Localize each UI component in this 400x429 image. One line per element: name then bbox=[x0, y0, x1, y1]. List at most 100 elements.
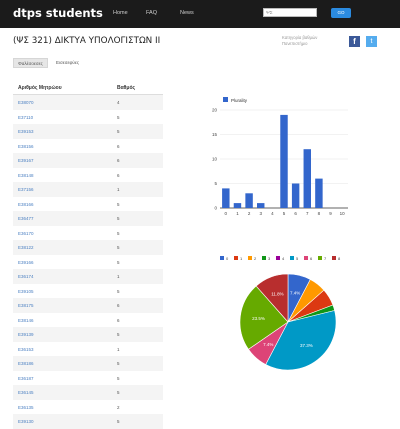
table-row: Ε38070 4 bbox=[13, 95, 163, 110]
table-body: Ε38070 4 Ε37110 5 Ε39153 5 Ε38156 6 Ε39167 6 Ε3814… bbox=[13, 95, 163, 429]
x-tick-label: 7 bbox=[306, 211, 309, 216]
grade-value: 6 bbox=[117, 303, 120, 308]
registration-link[interactable]: Ε36187 bbox=[18, 376, 34, 381]
registration-link[interactable]: Ε37156 bbox=[18, 187, 34, 192]
registration-link[interactable]: Ε39167 bbox=[18, 158, 34, 163]
pie-chart: 0 1 2 3 4 5 6 7 8 7.4% 37.3% 7.4% 23.5% 11.8% bbox=[220, 256, 341, 371]
x-tick-label: 2 bbox=[248, 211, 251, 216]
search-button[interactable]: GO bbox=[331, 8, 351, 18]
grade-value: 4 bbox=[117, 100, 120, 105]
table-row: Ε39153 5 bbox=[13, 124, 163, 139]
table-row: Ε39130 5 bbox=[13, 414, 163, 429]
pie-label-4: 37.3% bbox=[300, 343, 313, 348]
grade-value: 5 bbox=[117, 201, 120, 207]
pie-label-6: 23.5% bbox=[252, 316, 265, 321]
table-row: Ε39167 6 bbox=[13, 153, 163, 168]
y-tick-label: 5 bbox=[214, 181, 217, 186]
registration-link[interactable]: Ε38186 bbox=[18, 361, 34, 366]
legend-label-plurality: Plurality bbox=[231, 98, 248, 103]
table-row: Ε36135 2 bbox=[13, 400, 163, 415]
table-row: Ε38122 5 bbox=[13, 240, 163, 255]
facebook-icon[interactable]: f bbox=[349, 36, 360, 47]
grade-value: 5 bbox=[117, 259, 120, 265]
legend-swatch-5 bbox=[290, 256, 294, 260]
bar-chart: Plurality 0 5 10 15 20 0 1 2 3 4 5 6 7 8 9 10 bbox=[212, 97, 348, 216]
top-navbar: dtps students Home FAQ News ΨΣ GO bbox=[0, 0, 400, 28]
registration-link[interactable]: Ε39153 bbox=[18, 129, 34, 134]
table-row: Ε39139 5 bbox=[13, 327, 163, 342]
registration-link[interactable]: Ε39105 bbox=[18, 289, 34, 294]
pie-label-7: 11.8% bbox=[271, 292, 283, 297]
grade-value: 5 bbox=[117, 230, 120, 236]
grade-value: 5 bbox=[117, 332, 120, 337]
nav-home[interactable]: Home bbox=[113, 10, 128, 16]
site-brand[interactable]: dtps students bbox=[13, 6, 103, 20]
table-row: Ε38146 6 bbox=[13, 313, 163, 328]
page-title: (ΨΣ 321) ΔΙΚΤΥΑ ΥΠΟΛΟΓΙΣΤΩΝ ΙΙ bbox=[13, 36, 161, 46]
tab-2[interactable]: Εισεσεφύες bbox=[50, 58, 85, 68]
table-row: Ε38175 6 bbox=[13, 298, 163, 313]
registration-link[interactable]: Ε38122 bbox=[18, 245, 34, 250]
table-row: Ε38156 6 bbox=[13, 139, 163, 154]
y-tick-label: 15 bbox=[212, 132, 218, 137]
registration-link[interactable]: Ε36145 bbox=[18, 390, 34, 395]
registration-link[interactable]: Ε38156 bbox=[18, 144, 34, 149]
registration-link[interactable]: Ε36174 bbox=[18, 274, 34, 279]
tab-1[interactable]: Φαλέσοεσες bbox=[13, 58, 48, 68]
legend-label-0: 0 bbox=[226, 256, 229, 261]
registration-link[interactable]: Ε39166 bbox=[18, 260, 34, 265]
registration-link[interactable]: Ε36153 bbox=[18, 347, 34, 352]
registration-link[interactable]: Ε38070 bbox=[18, 100, 34, 105]
x-tick-label: 6 bbox=[294, 211, 297, 216]
registration-link[interactable]: Ε36170 bbox=[18, 231, 34, 236]
grade-value: 5 bbox=[117, 129, 120, 134]
legend-swatch-1 bbox=[234, 256, 238, 260]
legend-label-3: 3 bbox=[268, 256, 271, 261]
registration-link[interactable]: Ε38146 bbox=[18, 318, 34, 323]
registration-link[interactable]: Ε36135 bbox=[18, 405, 34, 410]
header-grade: Βαθμός bbox=[117, 85, 136, 91]
grade-value: 5 bbox=[117, 375, 120, 381]
grade-value: 5 bbox=[117, 419, 120, 424]
bar-5 bbox=[280, 114, 288, 208]
legend-swatch-3 bbox=[262, 256, 266, 260]
legend-swatch-2 bbox=[248, 256, 252, 260]
grade-value: 6 bbox=[117, 143, 120, 149]
nav-news[interactable]: News bbox=[180, 10, 194, 16]
x-tick-label: 1 bbox=[236, 211, 239, 216]
registration-link[interactable]: Ε37110 bbox=[18, 115, 33, 120]
registration-link[interactable]: Ε39130 bbox=[18, 419, 34, 424]
table-row: Ε36174 1 bbox=[13, 269, 163, 284]
legend-label-8: 8 bbox=[338, 256, 341, 261]
legend-swatch-4 bbox=[276, 256, 280, 260]
x-tick-label: 3 bbox=[259, 211, 262, 216]
registration-link[interactable]: Ε38175 bbox=[18, 303, 34, 308]
x-tick-label: 10 bbox=[340, 211, 346, 216]
x-tick-label: 5 bbox=[283, 211, 286, 216]
pie-label-5: 7.4% bbox=[263, 342, 273, 347]
table-row: Ε38186 5 bbox=[13, 356, 163, 371]
bar-1 bbox=[233, 203, 242, 208]
twitter-icon[interactable]: t bbox=[366, 36, 377, 47]
x-tick-label: 9 bbox=[329, 211, 332, 216]
bar-8 bbox=[315, 178, 323, 208]
grade-value: 5 bbox=[117, 390, 120, 395]
registration-link[interactable]: Ε38166 bbox=[18, 202, 34, 207]
legend-label-7: 7 bbox=[324, 256, 327, 261]
registration-link[interactable]: Ε36477 bbox=[18, 216, 34, 221]
search-input[interactable]: ΨΣ bbox=[263, 8, 317, 17]
legend-swatch-6 bbox=[304, 256, 308, 260]
legend-label-4: 4 bbox=[282, 256, 285, 261]
x-tick-label: 4 bbox=[271, 211, 274, 216]
source-line-2: Πανεπιστήμιο bbox=[282, 41, 308, 46]
table-row: Ε38148 6 bbox=[13, 168, 163, 183]
bar-7 bbox=[303, 149, 311, 208]
y-tick-label: 20 bbox=[212, 108, 218, 113]
nav-faq[interactable]: FAQ bbox=[146, 10, 157, 16]
legend-swatch-7 bbox=[318, 256, 322, 260]
grades-table: Αριθμός Μητρώου Βαθμός Ε38070 4 Ε37110 5 Ε39… bbox=[13, 80, 163, 429]
registration-link[interactable]: Ε38148 bbox=[18, 173, 34, 178]
header-registration: Αριθμός Μητρώου bbox=[18, 85, 62, 91]
grade-value: 2 bbox=[117, 404, 120, 410]
registration-link[interactable]: Ε39139 bbox=[18, 332, 34, 337]
